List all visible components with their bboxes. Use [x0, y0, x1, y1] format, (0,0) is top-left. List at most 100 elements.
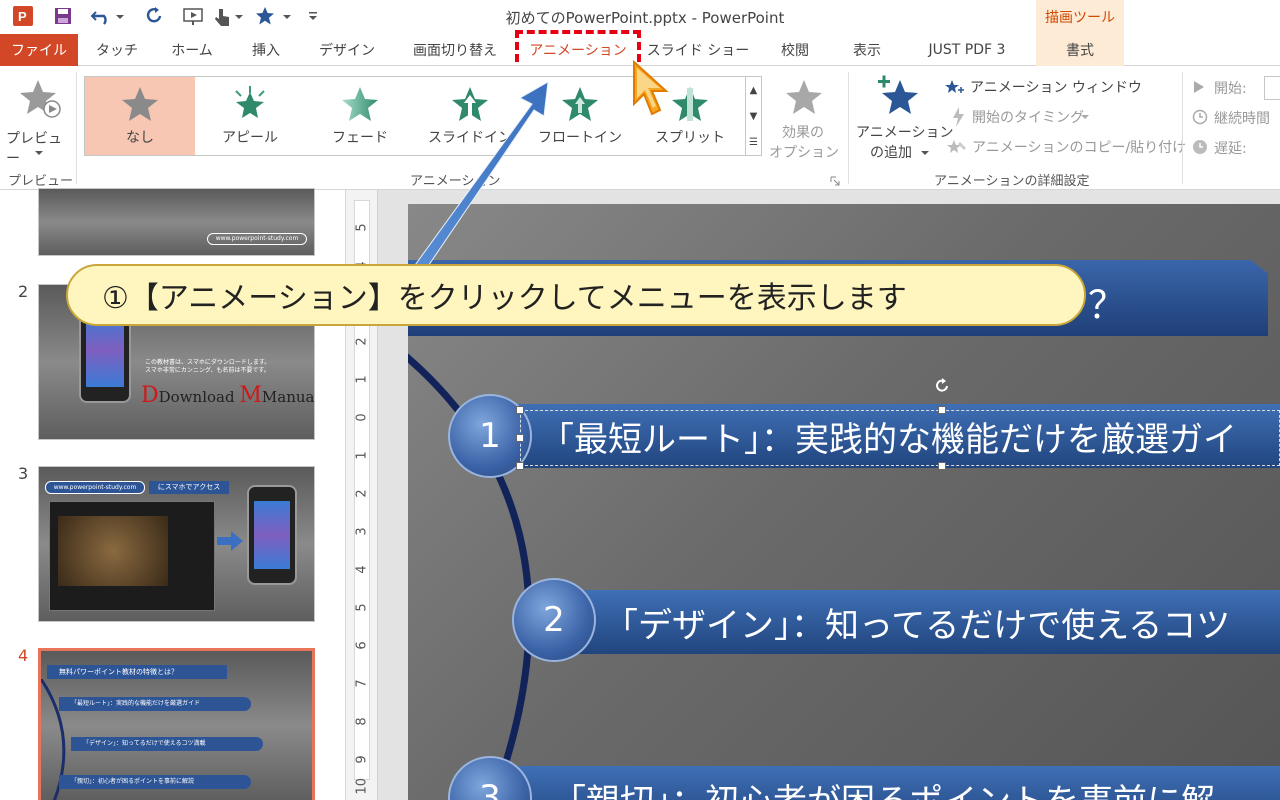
trigger-button[interactable]: 開始のタイミング	[950, 106, 1100, 128]
selection-handle[interactable]	[516, 462, 524, 470]
add-animation-star-icon	[876, 74, 920, 118]
slide-item-2-bar[interactable]: 「デザイン」：知ってるだけで使えるコツ	[568, 590, 1280, 654]
gallery-more[interactable]: ☰	[745, 129, 761, 155]
thumb-url-pill: www.powerpoint-study.com	[45, 481, 145, 494]
slide-number: 4	[18, 646, 29, 665]
animation-pane-icon	[944, 76, 966, 98]
effect-float-in[interactable]: フロートイン	[525, 77, 635, 155]
thumb-text-2: スマホ非常にカンニング、も名前は不要です。	[145, 367, 270, 374]
from-beginning-icon[interactable]	[180, 5, 208, 27]
animation-painter-icon	[946, 136, 968, 158]
chevron-up-icon: ▲	[749, 84, 758, 96]
thumb-title: 無料パワーポイント教材の特徴とは？	[47, 665, 227, 679]
ruler-number: 5	[354, 223, 370, 232]
effect-label: なし	[126, 130, 154, 146]
effect-none-star-icon	[120, 83, 160, 125]
ruler-number: 4	[354, 565, 370, 574]
selection-handle[interactable]	[516, 434, 524, 442]
add-animation-label-2: の追加	[870, 145, 912, 161]
effect-fade[interactable]: フェード	[305, 77, 415, 155]
tab-format[interactable]: 書式	[1036, 34, 1124, 66]
effect-appear[interactable]: アピール	[195, 77, 305, 155]
animation-painter-button[interactable]: アニメーションのコピー/貼り付け	[946, 136, 1186, 158]
tab-review[interactable]: 校閲	[766, 34, 824, 66]
delay-clock-icon	[1192, 139, 1208, 155]
star-icon[interactable]	[254, 5, 294, 27]
slide-thumbnail-3[interactable]: www.powerpoint-study.com にスマホでアクセス	[38, 466, 315, 622]
selection-handle[interactable]	[938, 406, 946, 414]
effect-none[interactable]: なし	[85, 77, 195, 155]
effect-label: アピール	[222, 130, 278, 146]
tab-home[interactable]: ホーム	[158, 34, 226, 66]
slide-thumbnail-4[interactable]: 無料パワーポイント教材の特徴とは？ 「最短ルート」：実践的な機能だけを厳選ガイド…	[38, 648, 315, 800]
text-selection-frame[interactable]	[520, 410, 1280, 466]
ruler-number: 5	[354, 603, 370, 612]
tab-insert[interactable]: 挿入	[238, 34, 294, 66]
tab-design[interactable]: デザイン	[306, 34, 388, 66]
slide-item-2-text: 「デザイン」：知ってるだけで使えるコツ	[604, 605, 1231, 646]
ruler-number: 2	[354, 337, 370, 346]
start-field[interactable]: 開始:	[1192, 76, 1280, 100]
tab-file[interactable]: ファイル	[0, 34, 78, 66]
ruler-number: 10	[354, 777, 370, 795]
save-icon[interactable]	[50, 5, 76, 27]
effect-fly-in-star-icon	[450, 83, 490, 125]
touch-mode-icon[interactable]	[212, 5, 246, 27]
thumb-item: 「最短ルート」：実践的な機能だけを厳選ガイド	[59, 697, 251, 711]
thumb-item: 「親切」：初心者が困るポイントを事前に解説	[59, 775, 251, 789]
animation-pane-button[interactable]: アニメーション ウィンドウ	[944, 76, 1142, 98]
slide-number: 3	[18, 464, 29, 483]
ruler-number: 7	[354, 679, 370, 688]
chevron-down-icon	[920, 150, 930, 156]
effect-options-star-icon	[784, 78, 824, 116]
effect-label: フェード	[332, 130, 388, 146]
effect-options-button[interactable]: 効果の オプション	[766, 74, 842, 170]
thumb-browser-image	[49, 501, 215, 611]
selection-handle[interactable]	[938, 462, 946, 470]
chevron-down-icon: ▼	[749, 110, 758, 122]
delay-label: 遅延:	[1214, 141, 1247, 157]
group-separator	[76, 72, 77, 184]
duration-field[interactable]: 継続時間	[1192, 106, 1280, 130]
download-manual-logo: DDownload MManual	[141, 383, 315, 408]
thumb-item: 「デザイン」：知ってるだけで使えるコツ満載	[71, 737, 263, 751]
add-animation-label-1: アニメーション	[856, 125, 954, 141]
redo-icon[interactable]	[142, 5, 168, 27]
selection-handle[interactable]	[516, 406, 524, 414]
preview-button[interactable]: プレビュー	[4, 74, 70, 167]
ruler-number: 0	[354, 413, 370, 422]
powerpoint-logo-icon[interactable]: P	[10, 5, 36, 27]
tab-view[interactable]: 表示	[836, 34, 898, 66]
add-animation-button[interactable]: アニメーション の追加	[854, 72, 953, 168]
ruler-number: 8	[354, 717, 370, 726]
gallery-scroll-down[interactable]: ▼	[745, 103, 761, 129]
tab-transitions[interactable]: 画面切り替え	[398, 34, 512, 66]
group-separator	[1182, 72, 1183, 184]
ruler-number: 9	[354, 755, 370, 764]
context-group-drawing-tools: 描画ツール	[1036, 0, 1124, 34]
slide-item-3-bar[interactable]: 「親切」：初心者が困るポイントを事前に解	[508, 766, 1280, 800]
thumb-url-pill: www.powerpoint-study.com	[207, 233, 307, 245]
ruler-number: 1	[354, 375, 370, 384]
start-dropdown[interactable]	[1264, 76, 1280, 100]
effect-fade-star-icon	[340, 83, 380, 125]
slide-thumbnail-1[interactable]: www.powerpoint-study.com	[38, 188, 315, 256]
rotate-handle-icon[interactable]	[932, 376, 952, 396]
customize-qat-icon[interactable]	[304, 5, 322, 27]
tab-touch[interactable]: タッチ	[86, 34, 148, 66]
tab-just-pdf[interactable]: JUST PDF 3	[910, 34, 1024, 66]
delay-field[interactable]: 遅延:	[1192, 136, 1280, 160]
preview-label: プレビュー	[6, 131, 62, 167]
title-bar: P 初めてのPowerPoint.pptx - PowerPoint 描画ツール	[0, 0, 1280, 34]
animation-painter-label: アニメーションのコピー/貼り付け	[972, 140, 1187, 156]
animation-pane-label: アニメーション ウィンドウ	[970, 80, 1142, 96]
gallery-scroll-up[interactable]: ▲	[745, 77, 761, 103]
undo-icon[interactable]	[88, 5, 128, 27]
effect-options-label-1: 効果の	[782, 125, 824, 141]
slide-item-2-number: 2	[512, 578, 596, 662]
effect-fly-in[interactable]: スライドイン	[415, 77, 525, 155]
ruler-number: 1	[354, 451, 370, 460]
effect-label: フロートイン	[538, 130, 622, 146]
instruction-callout: ①【アニメーション】をクリックしてメニューを表示します	[66, 264, 1086, 326]
dialog-launcher-icon[interactable]	[830, 176, 840, 186]
